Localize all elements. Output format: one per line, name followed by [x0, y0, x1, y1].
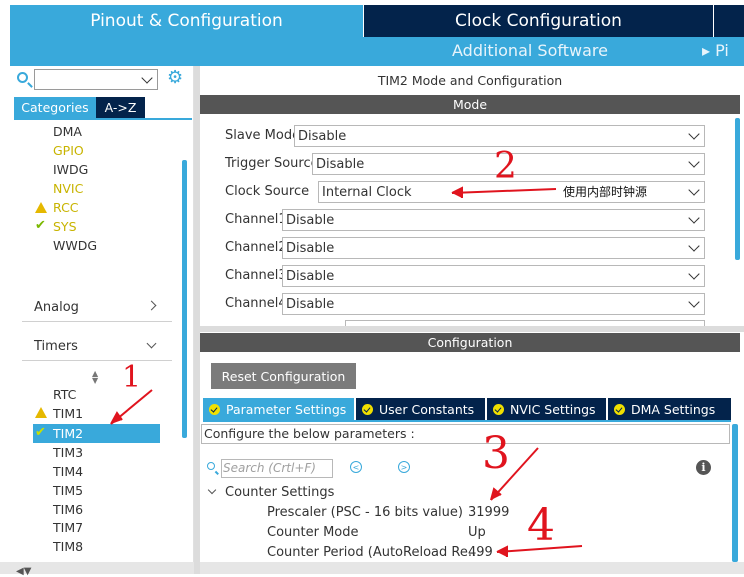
annotation-arrow-4	[496, 545, 583, 553]
annotation-arrow-2	[451, 188, 557, 194]
annotation-arrows	[110, 186, 583, 557]
